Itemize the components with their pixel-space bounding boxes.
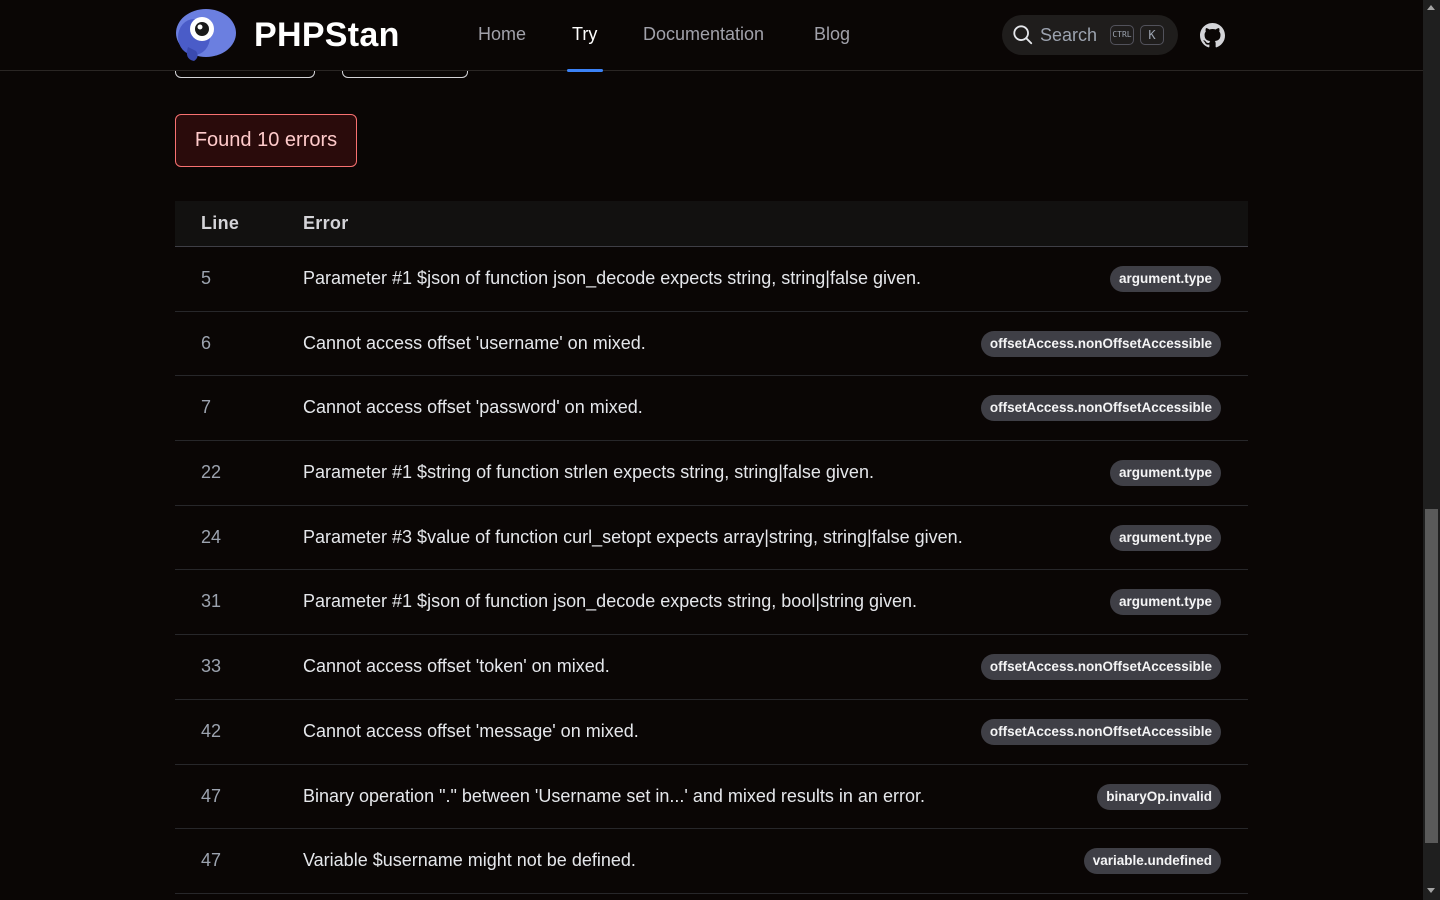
error-message: Cannot access offset 'password' on mixed… — [303, 397, 643, 418]
error-message: Binary operation "." between 'Username s… — [303, 785, 925, 806]
error-message: Parameter #1 $json of function json_deco… — [303, 591, 918, 612]
error-identifier-tag[interactable]: argument.type — [1109, 589, 1221, 616]
nav-try[interactable]: Try — [572, 24, 597, 45]
error-message: Cannot access offset 'username' on mixed… — [303, 332, 646, 353]
column-line: Line — [201, 213, 240, 233]
error-identifier-tag[interactable]: offsetAccess.nonOffsetAccessible — [980, 654, 1221, 681]
column-error: Error — [303, 213, 349, 233]
error-message: Parameter #3 $value of function curl_set… — [303, 526, 963, 547]
brand-name[interactable]: PHPStan — [254, 16, 400, 55]
error-identifier-tag[interactable]: argument.type — [1109, 460, 1221, 487]
active-nav-indicator — [567, 69, 603, 72]
table-row: 47 Binary operation "." between 'Username… — [175, 765, 1248, 830]
page-scrollbar[interactable] — [1423, 0, 1440, 900]
error-identifier-tag[interactable]: offsetAccess.nonOffsetAccessible — [980, 395, 1221, 422]
nav-blog[interactable]: Blog — [814, 24, 850, 45]
error-identifier-tag[interactable]: offsetAccess.nonOffsetAccessible — [980, 718, 1221, 745]
kbd-k: K — [1140, 25, 1164, 45]
table-row: 33 Cannot access offset 'token' on mixed.… — [175, 635, 1248, 700]
table-row: 24 Parameter #3 $value of function curl_s… — [175, 506, 1248, 571]
error-line-number: 24 — [201, 526, 222, 547]
errors-found-badge: Found 10 errors — [175, 114, 357, 167]
error-line-number: 47 — [201, 785, 222, 806]
error-line-number: 42 — [201, 720, 222, 741]
error-identifier-tag[interactable]: offsetAccess.nonOffsetAccessible — [980, 330, 1221, 357]
table-row: 47 Variable $username might not be define… — [175, 829, 1248, 894]
table-row: 6 Cannot access offset 'username' on mixe… — [175, 312, 1248, 377]
error-identifier-tag[interactable]: argument.type — [1109, 266, 1221, 292]
scroll-down-arrow-icon[interactable] — [1427, 888, 1435, 893]
error-message: Variable $username might not be defined. — [303, 850, 636, 871]
github-icon[interactable] — [1200, 23, 1225, 48]
search-label: Search — [1040, 25, 1098, 45]
table-body: 5 Parameter #1 $json of function json_dec… — [175, 247, 1248, 894]
error-line-number: 22 — [201, 462, 222, 483]
nav-documentation[interactable]: Documentation — [643, 24, 764, 45]
error-line-number: 47 — [201, 850, 222, 871]
error-message: Cannot access offset 'message' on mixed. — [303, 720, 639, 741]
table-row: 5 Parameter #1 $json of function json_dec… — [175, 247, 1248, 312]
search-icon — [1013, 25, 1033, 45]
error-line-number: 7 — [201, 397, 212, 418]
error-identifier-tag[interactable]: binaryOp.invalid — [1097, 783, 1221, 810]
search-button[interactable]: Search CTRL K — [1002, 15, 1178, 55]
nav-home[interactable]: Home — [478, 24, 526, 45]
error-identifier-tag[interactable]: variable.undefined — [1083, 848, 1221, 875]
error-line-number: 33 — [201, 656, 222, 677]
top-navigation-bar: PHPStan Home Try Documentation Blog Sear… — [0, 0, 1423, 72]
error-message: Parameter #1 $string of function strlen … — [303, 462, 874, 483]
table-row: 31 Parameter #1 $json of function json_de… — [175, 570, 1248, 636]
table-row: 22 Parameter #1 $string of function strle… — [175, 441, 1248, 506]
error-line-number: 6 — [201, 332, 212, 353]
phpstan-logo-icon[interactable] — [174, 7, 238, 63]
table-row: 7 Cannot access offset 'password' on mixe… — [175, 376, 1248, 442]
error-identifier-tag[interactable]: argument.type — [1109, 524, 1221, 551]
error-message: Cannot access offset 'token' on mixed. — [303, 656, 610, 677]
kbd-ctrl: CTRL — [1110, 25, 1134, 45]
scrollbar-thumb[interactable] — [1425, 509, 1438, 843]
errors-table: Line Error 5 Parameter #1 $json of functi… — [175, 201, 1248, 894]
table-row: 42 Cannot access offset 'message' on mixe… — [175, 700, 1248, 765]
error-line-number: 5 — [201, 268, 212, 288]
scroll-up-arrow-icon[interactable] — [1427, 5, 1435, 10]
error-message: Parameter #1 $json of function json_deco… — [303, 268, 922, 288]
error-line-number: 31 — [201, 591, 222, 612]
table-header: Line Error — [175, 201, 1248, 247]
